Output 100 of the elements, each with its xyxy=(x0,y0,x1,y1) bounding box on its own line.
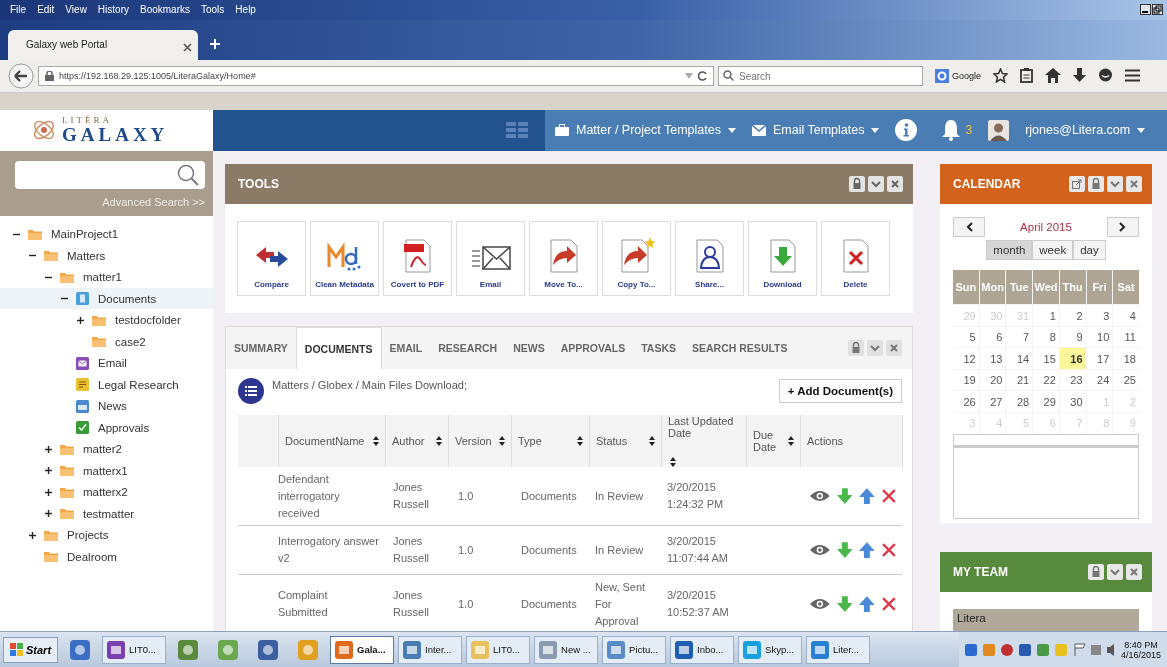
tree-item[interactable]: case2 xyxy=(0,330,213,353)
home-icon[interactable] xyxy=(1045,68,1062,84)
sort-icon[interactable] xyxy=(577,436,583,447)
tool-button[interactable]: Covert to PDF xyxy=(383,221,452,297)
calendar-day[interactable]: 30 xyxy=(1059,391,1086,412)
reload-icon[interactable] xyxy=(698,70,707,81)
tree-item[interactable]: Documents xyxy=(0,287,213,310)
app-icon[interactable] xyxy=(176,637,201,662)
calendar-day[interactable]: 18 xyxy=(1113,348,1139,369)
column-header[interactable]: Type xyxy=(512,415,590,468)
tab[interactable]: SUMMARY xyxy=(226,327,296,370)
tree-item[interactable]: testdocfolder xyxy=(0,309,213,331)
search-engine-button[interactable]: Google xyxy=(935,68,982,83)
calendar-day[interactable]: 14 xyxy=(1006,348,1033,369)
restore-icon[interactable] xyxy=(1152,4,1163,16)
close-icon[interactable] xyxy=(1126,564,1142,581)
info-icon[interactable] xyxy=(895,119,918,142)
column-header[interactable]: Author xyxy=(386,415,449,468)
tab[interactable]: TASKS xyxy=(633,327,685,370)
external-link-icon[interactable] xyxy=(1069,176,1085,193)
tree-item[interactable]: Matters xyxy=(0,244,213,267)
nav-menu[interactable]: Matter / Project Templates xyxy=(555,123,736,138)
tab[interactable]: EMAIL xyxy=(381,327,431,370)
tray-icons-drawing[interactable] xyxy=(964,641,1115,658)
toggle-icon[interactable] xyxy=(45,445,52,453)
app-icon[interactable] xyxy=(68,637,93,662)
taskbar-button[interactable]: Inbo... xyxy=(670,635,735,664)
tab[interactable]: DOCUMENTS xyxy=(295,327,382,370)
tab[interactable]: NEWS xyxy=(505,327,553,370)
tree-item[interactable]: Legal Research xyxy=(0,373,213,396)
calendar-day[interactable]: 13 xyxy=(979,348,1006,369)
search-field[interactable]: Search xyxy=(718,66,923,87)
tool-button[interactable]: Clean Metadata xyxy=(310,221,379,297)
calendar-day[interactable]: 15 xyxy=(1033,348,1059,369)
tree-item[interactable]: matter1 xyxy=(0,266,213,288)
menu-icon[interactable] xyxy=(1125,69,1141,83)
close-icon[interactable] xyxy=(1126,176,1142,193)
delete-icon[interactable] xyxy=(882,489,896,504)
collapse-icon[interactable] xyxy=(1107,176,1123,193)
back-icon[interactable] xyxy=(8,62,34,89)
calendar-day[interactable]: 9 xyxy=(1059,326,1086,348)
tree-item[interactable]: Email xyxy=(0,352,213,374)
calendar-day[interactable]: 10 xyxy=(1086,326,1113,348)
calendar-day[interactable]: 25 xyxy=(1113,369,1139,391)
tool-button[interactable]: Share... xyxy=(675,221,744,297)
tree-item[interactable]: Projects xyxy=(0,524,213,546)
menu-item[interactable]: Edit xyxy=(37,4,55,16)
taskbar-button[interactable]: Gala... xyxy=(330,635,395,664)
tree-item[interactable]: matterx1 xyxy=(0,459,213,482)
lock-icon[interactable] xyxy=(848,340,864,357)
toggle-icon[interactable] xyxy=(45,510,52,518)
calendar-day[interactable]: 20 xyxy=(979,369,1006,391)
taskbar-button[interactable]: LIT0... xyxy=(102,635,167,664)
menu-item[interactable]: Tools xyxy=(201,4,225,16)
calendar-day[interactable]: 29 xyxy=(1033,391,1059,412)
tool-button[interactable]: Compare xyxy=(237,221,306,297)
clipboard-icon[interactable] xyxy=(1020,68,1034,84)
collapse-icon[interactable] xyxy=(867,340,883,357)
toggle-icon[interactable] xyxy=(45,488,52,496)
chat-icon[interactable] xyxy=(1098,68,1114,84)
previous-month-button[interactable] xyxy=(953,217,985,238)
app-icon[interactable] xyxy=(256,637,281,662)
calendar-day[interactable]: 7 xyxy=(1006,326,1033,348)
calendar-day[interactable]: 19 xyxy=(953,369,979,391)
delete-icon[interactable] xyxy=(882,543,896,558)
sort-icon[interactable] xyxy=(788,436,794,447)
column-header[interactable]: Status xyxy=(590,415,662,468)
tool-button[interactable]: Download xyxy=(748,221,817,297)
collapse-icon[interactable] xyxy=(868,176,884,193)
tree-item[interactable]: matter2 xyxy=(0,438,213,460)
menu-item[interactable]: File xyxy=(10,4,27,16)
taskbar-button[interactable]: Liter... xyxy=(806,635,871,664)
menu-item[interactable]: Bookmarks xyxy=(140,4,190,16)
calendar-day[interactable]: 23 xyxy=(1059,369,1086,391)
column-header[interactable]: Version xyxy=(449,415,512,468)
calendar-day[interactable]: 2 xyxy=(1059,305,1086,326)
down-arrow-icon[interactable] xyxy=(836,488,853,505)
team-item[interactable]: Litera xyxy=(953,609,1139,632)
calendar-day[interactable]: 27 xyxy=(979,391,1006,412)
sort-icon[interactable] xyxy=(670,457,676,468)
toggle-icon[interactable] xyxy=(77,316,84,324)
column-header[interactable]: DocumentName xyxy=(279,415,386,468)
calendar-day[interactable]: 3 xyxy=(1086,305,1113,326)
lock-icon[interactable] xyxy=(849,176,865,193)
taskbar-button[interactable]: LIT0... xyxy=(466,635,531,664)
tree-item[interactable]: matterx2 xyxy=(0,481,213,503)
star-icon[interactable] xyxy=(993,68,1009,84)
column-header[interactable]: Last Updated Date xyxy=(662,415,747,468)
down-arrow-icon[interactable] xyxy=(836,542,853,559)
menu-item[interactable]: Help xyxy=(235,4,256,16)
user-menu[interactable]: rjones@Litera.com xyxy=(1025,123,1146,138)
column-header[interactable]: Actions xyxy=(801,415,903,468)
down-arrow-icon[interactable] xyxy=(836,596,853,613)
clock[interactable]: 8:40 PM 4/16/2015 xyxy=(1120,639,1161,660)
taskbar-button[interactable]: Skyp... xyxy=(738,635,803,664)
close-icon[interactable] xyxy=(183,42,192,52)
column-header[interactable]: Due Date xyxy=(747,415,801,468)
avatar-icon[interactable] xyxy=(988,119,1010,141)
view-button[interactable]: day xyxy=(1073,240,1106,261)
tool-button[interactable]: Email xyxy=(456,221,525,297)
